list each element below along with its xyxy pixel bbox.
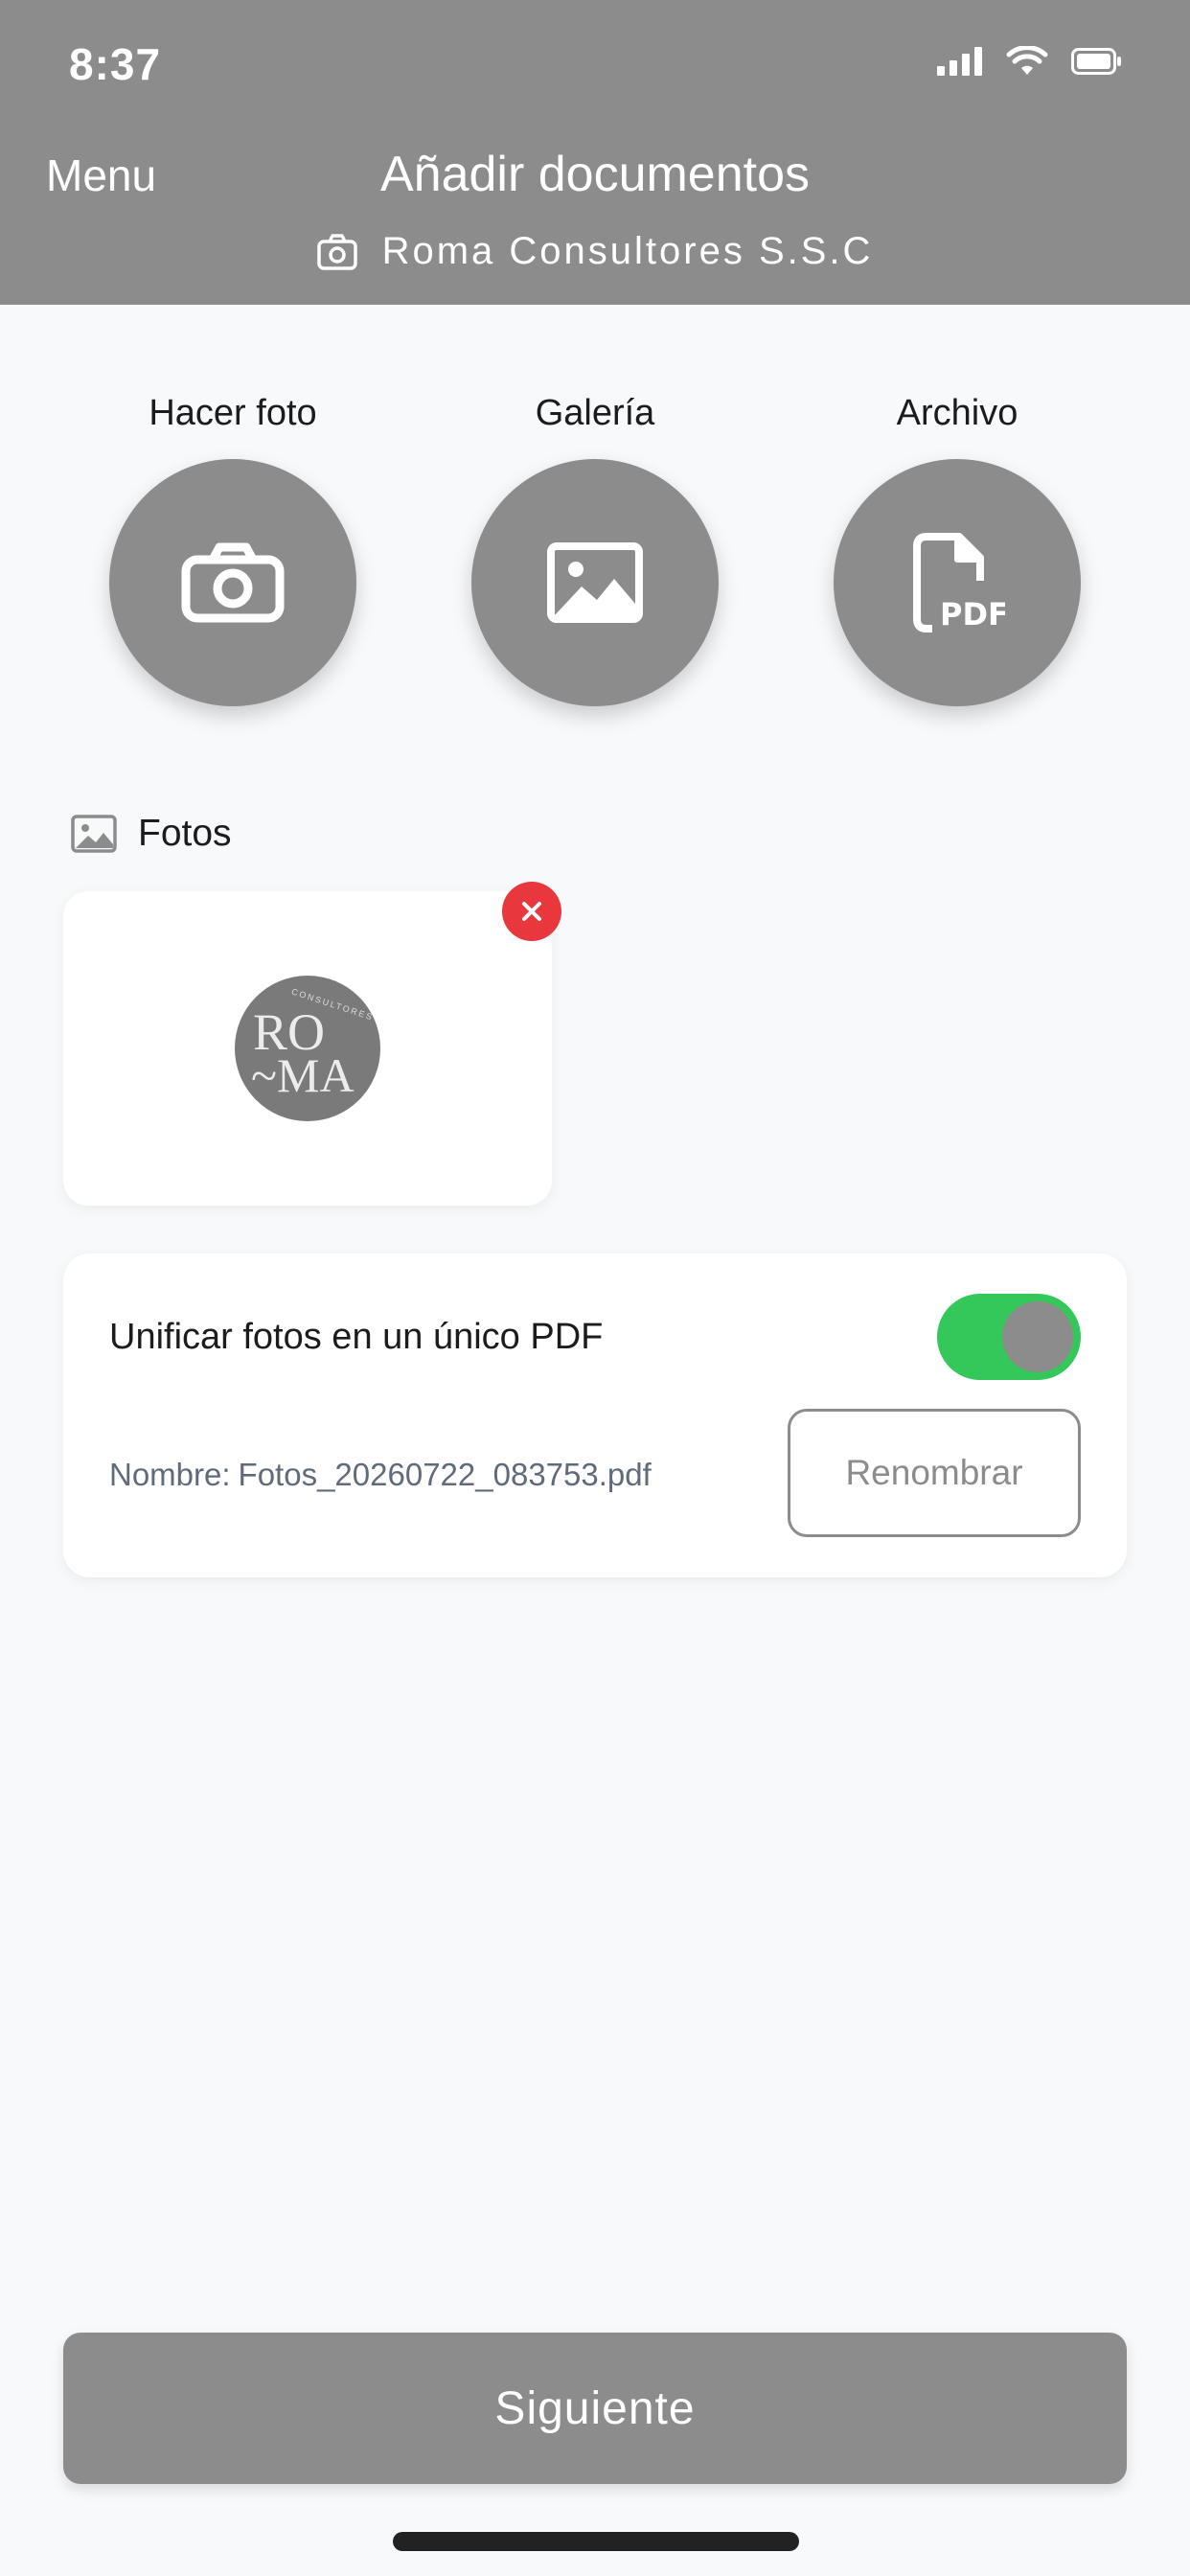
home-indicator — [393, 2532, 799, 2551]
rename-button[interactable]: Renombrar — [788, 1409, 1081, 1537]
next-button[interactable]: Siguiente — [63, 2333, 1127, 2484]
header-bar: 8:37 Menu Añadir documentos Roma Consult… — [0, 0, 1190, 305]
photo-thumbnail[interactable]: RO ~MA CONSULTORES — [63, 891, 552, 1206]
image-icon — [547, 542, 643, 623]
file-action: Archivo PDF — [813, 393, 1101, 706]
page-title: Añadir documentos — [379, 147, 811, 202]
take-photo-action: Hacer foto — [89, 393, 377, 706]
unify-pdf-toggle[interactable] — [937, 1294, 1081, 1380]
take-photo-label: Hacer foto — [149, 393, 317, 433]
photos-section-heading: Fotos — [71, 813, 232, 855]
svg-text:PDF: PDF — [940, 596, 1005, 632]
wifi-icon — [1006, 46, 1048, 75]
close-icon — [522, 902, 541, 921]
gallery-button[interactable] — [471, 459, 719, 706]
battery-icon — [1071, 48, 1121, 75]
photos-heading-label: Fotos — [138, 813, 232, 854]
gallery-action: Galería — [451, 393, 739, 706]
image-icon — [71, 815, 117, 853]
file-label: Archivo — [896, 393, 1018, 433]
company-name: Roma Consultores S.S.C — [381, 230, 874, 272]
roma-consultores-logo: RO ~MA CONSULTORES — [235, 976, 380, 1121]
take-photo-button[interactable] — [109, 459, 356, 706]
gallery-label: Galería — [535, 393, 655, 433]
camera-icon — [316, 233, 357, 270]
file-name-prefix: Nombre: — [109, 1457, 231, 1492]
file-name-value: Fotos_20260722_083753.pdf — [238, 1457, 652, 1492]
cellular-signal-icon — [937, 47, 982, 76]
status-icons — [937, 46, 1123, 77]
unify-pdf-label: Unificar fotos en un único PDF — [109, 1317, 604, 1357]
camera-icon — [181, 542, 285, 623]
company-selector[interactable]: Roma Consultores S.S.C — [0, 230, 1190, 273]
status-time: 8:37 — [69, 39, 162, 89]
remove-photo-button[interactable] — [502, 882, 561, 941]
pdf-file-icon: PDF — [913, 533, 1005, 632]
pdf-file-name: Nombre: Fotos_20260722_083753.pdf — [109, 1457, 652, 1493]
svg-text:~MA: ~MA — [251, 1048, 355, 1102]
toggle-knob — [1002, 1301, 1073, 1372]
file-button[interactable]: PDF — [834, 459, 1081, 706]
unify-pdf-card: Unificar fotos en un único PDF Nombre: Fo… — [63, 1254, 1127, 1577]
